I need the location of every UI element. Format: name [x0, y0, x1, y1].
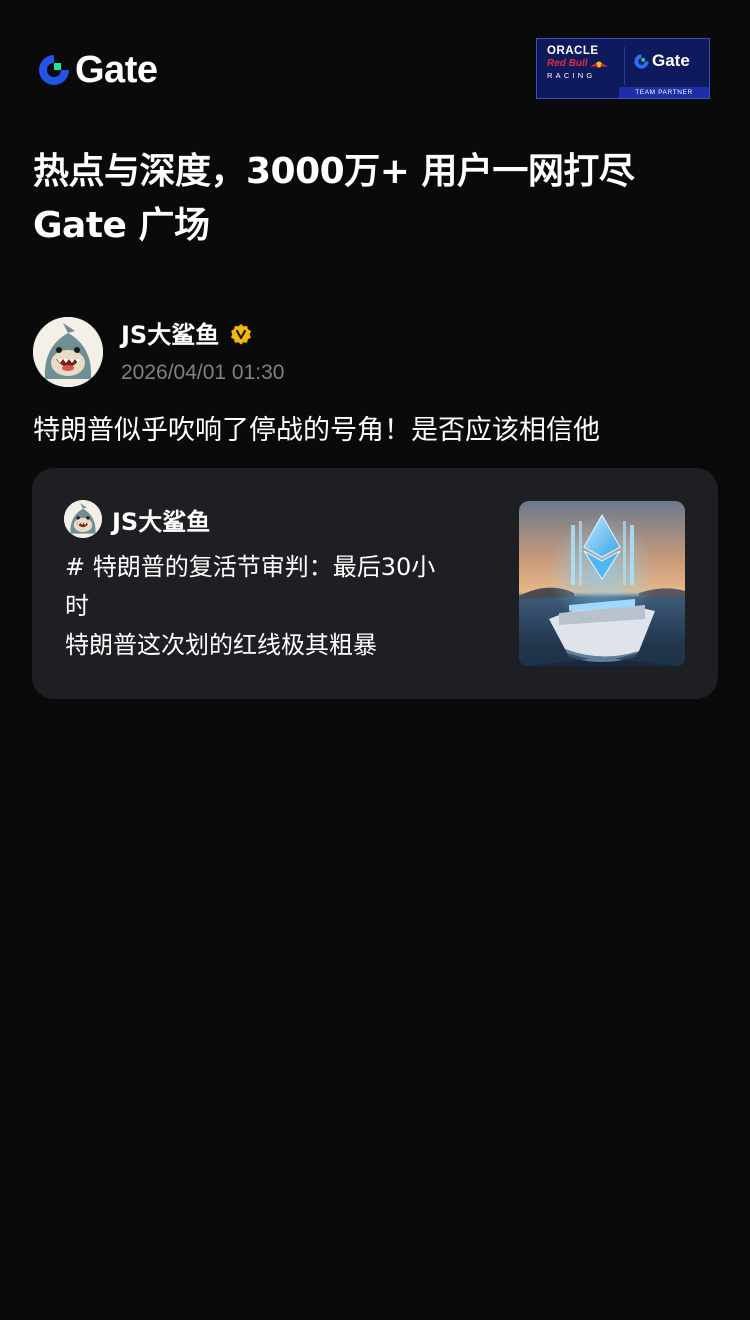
quoted-line-1: # 特朗普的复活节审判：最后30小: [65, 553, 436, 581]
badge-gate-logo: Gate: [633, 51, 690, 71]
quoted-author[interactable]: JS大鲨鱼: [64, 500, 210, 538]
share-page: Gate ORACLE Red Bull RACING Gate TEAM PA…: [0, 0, 750, 1320]
logo-text: Gate: [75, 49, 158, 91]
post-author[interactable]: JS大鲨鱼 2026/04/01 01:30: [33, 317, 713, 387]
post-timestamp: 2026/04/01 01:30: [121, 361, 285, 384]
redbull-text: Red Bull: [547, 58, 588, 69]
avatar[interactable]: [33, 317, 103, 387]
quoted-avatar: [64, 500, 102, 538]
headline-line-2: Gate 广场: [33, 205, 210, 246]
badge-line-racing: RACING: [547, 71, 596, 80]
quoted-post-body: # 特朗普的复活节审判：最后30小 时 特朗普这次划的红线极其粗暴: [65, 548, 495, 665]
ethereum-yacht-image-icon: [519, 501, 685, 667]
badge-footer: TEAM PARTNER: [619, 87, 709, 98]
badge-gate-text: Gate: [652, 51, 690, 70]
shark-avatar-icon: [64, 500, 102, 538]
red-bull-icon: [589, 61, 608, 67]
quoted-thumbnail[interactable]: [519, 501, 685, 667]
team-partner-badge: ORACLE Red Bull RACING Gate TEAM PARTNER: [536, 38, 710, 99]
author-name-row: JS大鲨鱼: [121, 319, 253, 351]
gate-logo-icon: [39, 55, 69, 85]
post-text: 特朗普似乎吹响了停战的号角！是否应该相信他: [33, 415, 600, 446]
verified-badge-icon: [231, 324, 252, 345]
gate-logo[interactable]: Gate: [36, 49, 158, 91]
quoted-author-name: JS大鲨鱼: [112, 507, 211, 536]
badge-line-oracle: ORACLE: [547, 45, 599, 57]
shark-avatar-icon: [33, 317, 103, 387]
gate-logo-small-icon: [634, 53, 649, 69]
badge-divider: [624, 47, 625, 85]
quoted-line-2: 时: [65, 592, 89, 620]
author-name[interactable]: JS大鲨鱼: [121, 319, 219, 351]
page-headline: 热点与深度，3000万+ 用户一网打尽 Gate 广场: [33, 145, 723, 253]
quoted-line-3: 特朗普这次划的红线极其粗暴: [65, 631, 377, 659]
oracle-redbull-logo: ORACLE Red Bull RACING: [547, 45, 619, 81]
header: Gate ORACLE Red Bull RACING Gate TEAM PA…: [36, 38, 714, 104]
badge-line-redbull: Red Bull: [547, 58, 619, 70]
quoted-post-card[interactable]: JS大鲨鱼 # 特朗普的复活节审判：最后30小 时 特朗普这次划的红线极其粗暴: [32, 468, 718, 699]
headline-line-1: 热点与深度，3000万+ 用户一网打尽: [33, 151, 635, 192]
